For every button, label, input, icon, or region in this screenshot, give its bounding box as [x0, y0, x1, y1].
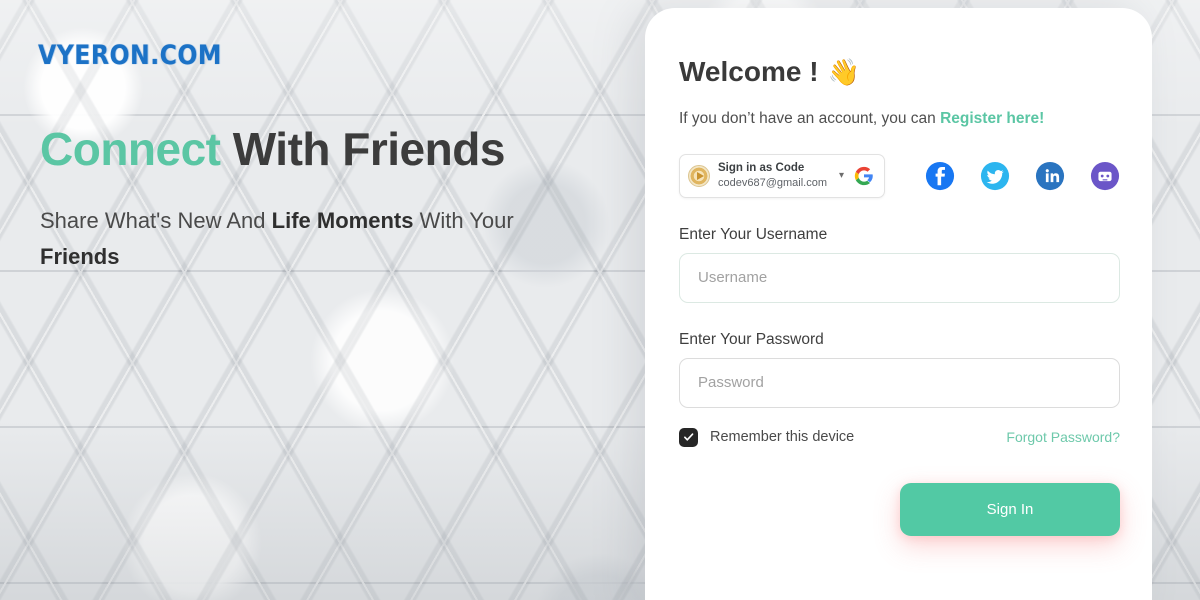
signin-button-wrap: Sign In	[679, 482, 1120, 536]
headline-accent: Connect	[40, 123, 221, 175]
welcome-heading: Welcome ! 👋	[679, 56, 1152, 88]
subtitle-part-1: Share What's New And	[40, 208, 272, 233]
waving-hand-icon: 👋	[827, 57, 860, 87]
headline-rest: With Friends	[220, 123, 506, 175]
facebook-icon[interactable]	[925, 161, 955, 191]
google-signin-chip[interactable]: Sign in as Code codev687@gmail.com ▾	[679, 154, 886, 198]
google-chip-text: Sign in as Code codev687@gmail.com	[718, 162, 827, 190]
sign-in-button[interactable]: Sign In	[900, 482, 1120, 536]
subtitle-bold-2: Friends	[40, 243, 120, 269]
remember-row: Remember this device Forgot Password?	[679, 427, 1120, 447]
password-label: Enter Your Password	[679, 330, 824, 348]
remember-device-checkbox[interactable]: Remember this device	[679, 427, 855, 447]
register-prompt: If you don’t have an account, you can Re…	[679, 110, 1152, 128]
chevron-down-icon[interactable]: ▾	[839, 170, 844, 181]
subtitle-part-2: With Your	[413, 208, 514, 233]
discord-icon[interactable]	[1090, 161, 1120, 191]
password-input[interactable]: Password	[679, 357, 1120, 408]
google-icon	[854, 166, 874, 186]
page-title: Connect With Friends	[40, 122, 505, 176]
account-avatar	[688, 164, 710, 187]
register-prompt-text: If you don’t have an account, you can	[679, 110, 941, 127]
username-label: Enter Your Username	[679, 225, 828, 243]
subtitle-bold-1: Life Moments	[271, 208, 414, 233]
forgot-password-link[interactable]: Forgot Password?	[1006, 429, 1120, 445]
google-chip-email: codev687@gmail.com	[718, 176, 827, 189]
username-input[interactable]: Username	[679, 252, 1120, 303]
social-icons	[925, 161, 1120, 191]
remember-device-label: Remember this device	[710, 429, 855, 446]
hero-subtitle: Share What's New And Life Moments With Y…	[40, 203, 560, 274]
welcome-text: Welcome !	[679, 56, 819, 87]
login-card: Welcome ! 👋 If you don’t have an account…	[645, 8, 1152, 600]
site-logo[interactable]: VYERON.COM	[38, 40, 222, 71]
social-login-row: Sign in as Code codev687@gmail.com ▾	[679, 154, 1152, 198]
checkmark-icon	[679, 427, 698, 447]
register-link[interactable]: Register here!	[940, 110, 1044, 127]
twitter-icon[interactable]	[980, 161, 1010, 191]
google-chip-title: Sign in as Code	[718, 162, 805, 174]
linkedin-icon[interactable]	[1035, 161, 1065, 191]
